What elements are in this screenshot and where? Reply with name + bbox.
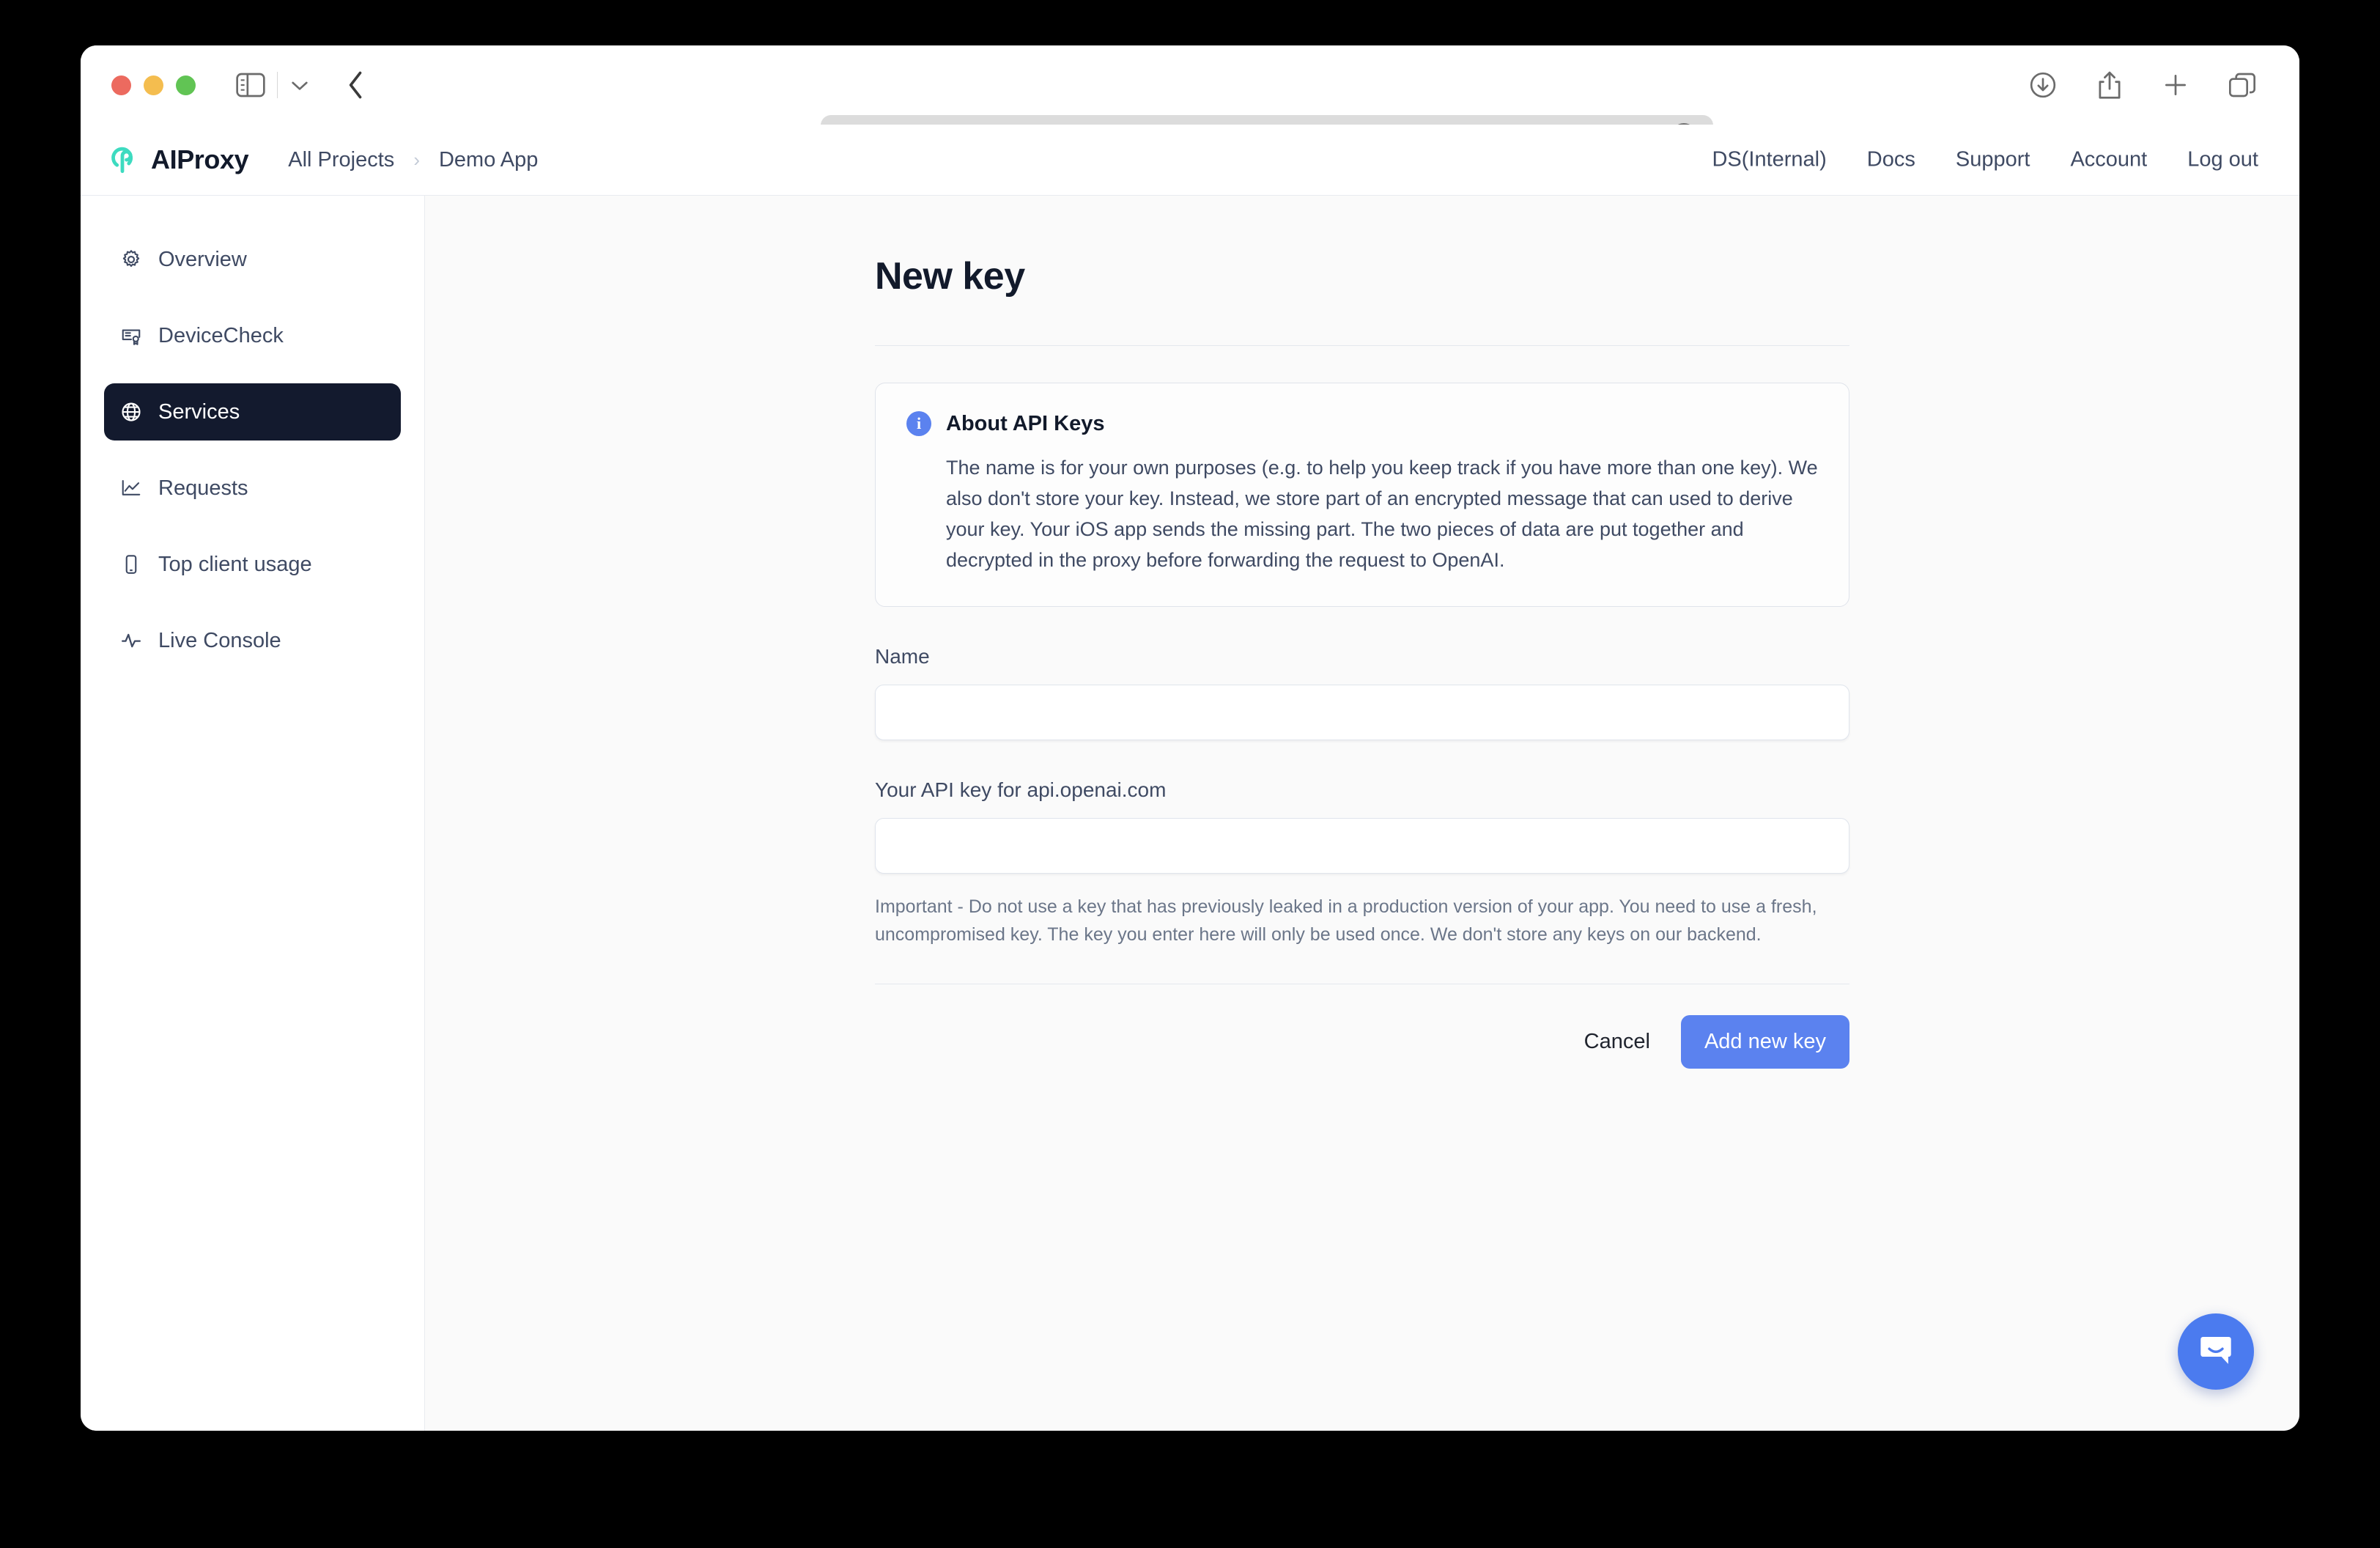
chat-launcher-button[interactable] (2178, 1313, 2254, 1390)
about-api-keys-card: i About API Keys The name is for your ow… (875, 383, 1849, 608)
top-nav-ds-internal[interactable]: DS(Internal) (1712, 148, 1826, 172)
main-content: New key i About API Keys The name is for… (425, 195, 2299, 1431)
top-nav-support[interactable]: Support (1956, 148, 2030, 172)
certificate-icon (120, 325, 142, 347)
aiproxy-logo-icon (106, 141, 139, 179)
toolbar-divider (277, 72, 278, 98)
chat-bubble-icon (2196, 1330, 2236, 1374)
add-new-key-button[interactable]: Add new key (1680, 1015, 1849, 1069)
api-key-field-label: Your API key for api.openai.com (875, 778, 1167, 802)
browser-toolbar: localhost (81, 45, 2299, 158)
name-field-group: Name (875, 645, 1849, 741)
sidebar-item-top-client-usage[interactable]: Top client usage (104, 536, 401, 593)
sidebar-item-label: Services (158, 399, 240, 424)
form-actions: Cancel Add new key (875, 1015, 1849, 1113)
sidebar-toggle-icon[interactable] (236, 73, 265, 97)
back-arrow-icon[interactable] (345, 69, 367, 101)
new-tab-icon[interactable] (2162, 71, 2189, 99)
brand-name: AIProxy (151, 144, 249, 174)
activity-pulse-icon (120, 630, 142, 652)
app-body: Overview DeviceCheck Services Requests T… (81, 195, 2299, 1431)
sidebar-item-services[interactable]: Services (104, 383, 401, 441)
browser-window: localhost (81, 45, 2299, 1431)
name-input[interactable] (875, 685, 1849, 741)
chevron-down-icon[interactable] (289, 78, 310, 92)
sidebar-item-label: Live Console (158, 628, 281, 652)
api-key-field-group: Your API key for api.openai.com Importan… (875, 778, 1849, 948)
brand-logo[interactable]: AIProxy (106, 141, 249, 179)
zoom-window-button[interactable] (176, 75, 196, 95)
top-nav: DS(Internal) Docs Support Account Log ou… (1712, 148, 2258, 172)
sidebar-item-label: Requests (158, 476, 248, 500)
downloads-icon[interactable] (2028, 70, 2058, 100)
line-chart-icon (120, 477, 142, 499)
sidebar-item-label: DeviceCheck (158, 323, 284, 347)
name-field-label: Name (875, 645, 930, 668)
about-api-keys-header: i About API Keys (906, 411, 1818, 436)
breadcrumb-demo-app[interactable]: Demo App (439, 148, 538, 172)
toolbar-right-actions (2028, 70, 2257, 100)
gear-icon (120, 248, 142, 270)
api-key-input[interactable] (875, 818, 1849, 874)
share-icon[interactable] (2096, 70, 2124, 100)
sidebar-item-label: Overview (158, 247, 247, 271)
app-header: AIProxy All Projects › Demo App DS(Inter… (81, 125, 2299, 195)
sidebar: Overview DeviceCheck Services Requests T… (81, 195, 425, 1431)
sidebar-item-devicecheck[interactable]: DeviceCheck (104, 307, 401, 364)
sidebar-item-overview[interactable]: Overview (104, 231, 401, 288)
close-window-button[interactable] (111, 75, 131, 95)
breadcrumb-separator-icon: › (413, 148, 420, 171)
sidebar-item-live-console[interactable]: Live Console (104, 612, 401, 669)
window-traffic-lights (111, 75, 196, 95)
minimize-window-button[interactable] (144, 75, 163, 95)
page-title: New key (875, 255, 1025, 298)
breadcrumb-all-projects[interactable]: All Projects (288, 148, 394, 172)
phone-icon (120, 553, 142, 575)
sidebar-item-label: Top client usage (158, 552, 312, 576)
api-key-helper-text: Important - Do not use a key that has pr… (875, 896, 1817, 946)
sidebar-item-requests[interactable]: Requests (104, 460, 401, 517)
cancel-button[interactable]: Cancel (1578, 1020, 1656, 1064)
breadcrumb: All Projects › Demo App (288, 148, 538, 172)
title-divider (875, 345, 1849, 346)
top-nav-log-out[interactable]: Log out (2187, 148, 2258, 172)
globe-icon (120, 401, 142, 423)
new-key-form: New key i About API Keys The name is for… (875, 196, 1849, 1113)
top-nav-docs[interactable]: Docs (1867, 148, 1915, 172)
tab-overview-icon[interactable] (2228, 71, 2257, 99)
about-api-keys-title: About API Keys (946, 411, 1105, 435)
about-api-keys-body: The name is for your own purposes (e.g. … (946, 457, 1818, 572)
top-nav-account[interactable]: Account (2070, 148, 2147, 172)
info-icon: i (906, 411, 931, 436)
